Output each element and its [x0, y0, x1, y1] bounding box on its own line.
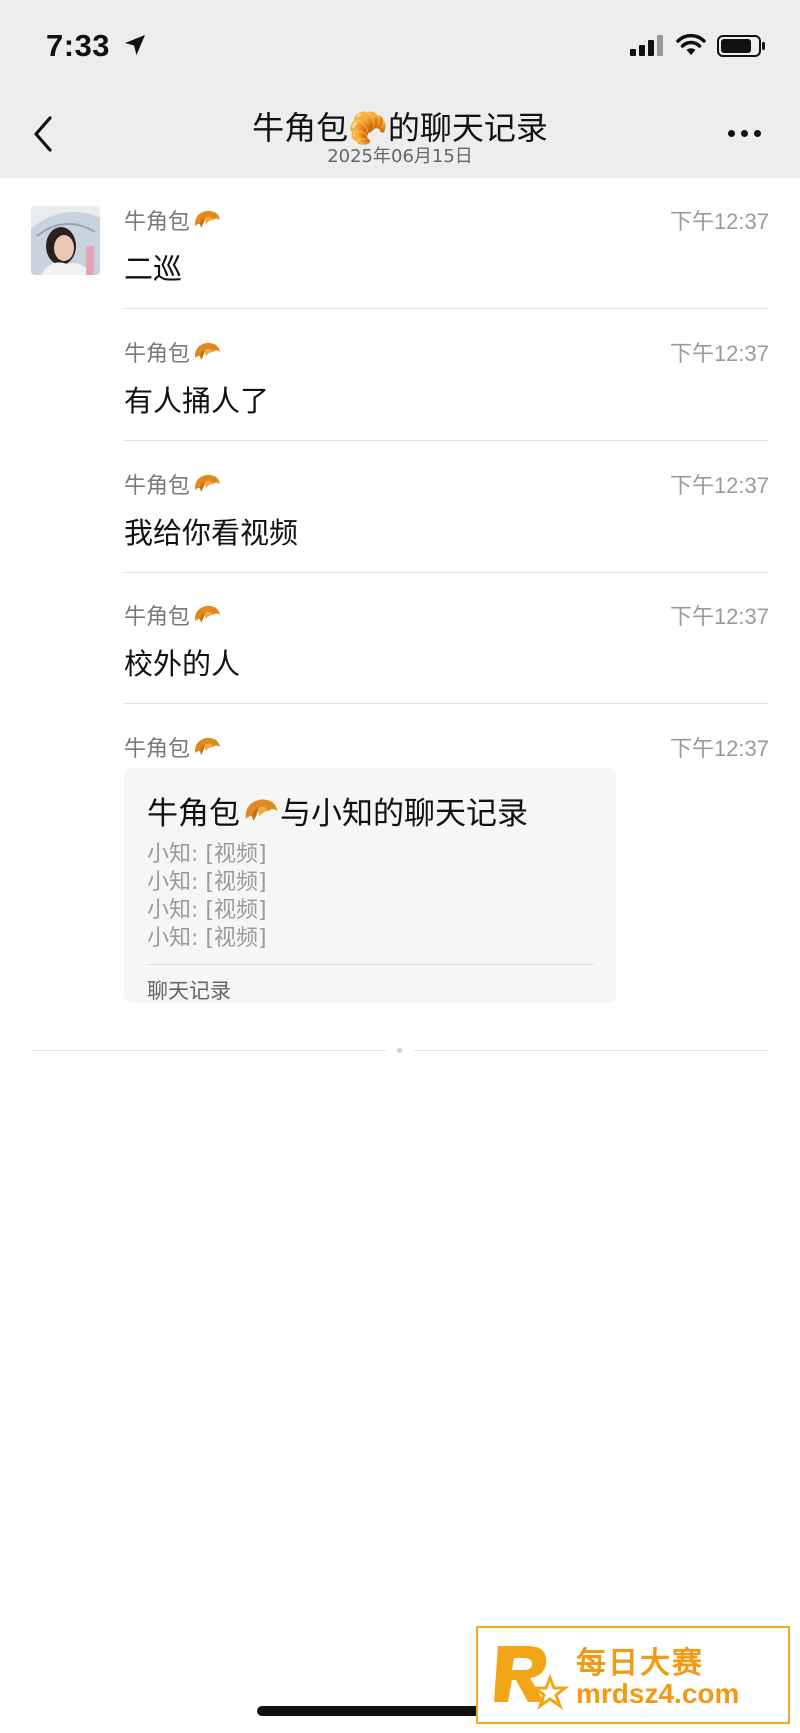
croissant-emoji-icon: [245, 798, 278, 821]
message-sender: 牛角包: [124, 599, 222, 631]
location-arrow-icon: [125, 35, 145, 55]
message-item[interactable]: 牛角包 下午12:37 校外的人: [124, 599, 769, 681]
croissant-emoji-icon: [194, 474, 221, 492]
end-divider-dot: [397, 1048, 402, 1053]
chat-history-line: 小知: [视频]: [147, 926, 267, 951]
message-text: 我给你看视频: [124, 516, 299, 550]
message-sender: 牛角包: [124, 336, 222, 368]
watermark-brand: 每日大赛: [576, 1646, 704, 1681]
end-divider-left: [31, 1050, 386, 1051]
message-time: 下午12:37: [669, 473, 769, 498]
croissant-emoji-icon: [194, 605, 221, 623]
message-sender: 牛角包: [124, 468, 222, 500]
avatar-photo: [31, 206, 100, 275]
message-time: 下午12:37: [669, 341, 769, 366]
avatar[interactable]: [31, 206, 100, 275]
watermark-badge: 每日大赛 mrdsz4.com: [476, 1626, 790, 1724]
message-time: 下午12:37: [669, 736, 769, 761]
message-item[interactable]: 牛角包 下午12:37 有人捅人了: [124, 336, 769, 418]
end-divider-right: [414, 1050, 769, 1051]
divider: [124, 572, 769, 573]
message-sender: 牛角包: [124, 204, 222, 236]
croissant-emoji-icon: [194, 210, 221, 228]
wifi-icon: [676, 33, 706, 55]
cellular-signal-icon: [630, 35, 663, 56]
message-item[interactable]: 牛角包 下午12:37 二巡: [124, 204, 769, 286]
message-text: 校外的人: [124, 647, 241, 681]
divider: [124, 703, 769, 704]
message-text: 二巡: [124, 252, 183, 286]
status-time: 7:33: [46, 28, 111, 63]
message-text: 有人捅人了: [124, 384, 270, 418]
card-divider: [147, 964, 594, 965]
chat-history-card[interactable]: 牛角包 与小知的聊天记录 小知: [视频] 小知: [视频] 小知: [视频] …: [124, 768, 616, 1003]
message-item: 牛角包 下午12:37: [124, 731, 769, 763]
chat-history-title: 牛角包 与小知的聊天记录: [147, 788, 528, 833]
watermark-logo: [494, 1646, 570, 1710]
watermark-url: mrdsz4.com: [576, 1678, 740, 1709]
battery-icon: [717, 35, 765, 57]
chat-history-footer: 聊天记录: [147, 979, 231, 1003]
message-time: 下午12:37: [669, 604, 769, 629]
croissant-emoji-icon: [194, 737, 221, 755]
divider: [124, 440, 769, 441]
more-options-button[interactable]: [724, 126, 764, 142]
message-sender: 牛角包: [124, 731, 222, 763]
croissant-emoji-icon: [194, 342, 221, 360]
divider: [124, 308, 769, 309]
message-time: 下午12:37: [669, 209, 769, 234]
page-date: 2025年06月15日: [327, 146, 473, 167]
message-item[interactable]: 牛角包 下午12:37 我给你看视频: [124, 468, 769, 550]
